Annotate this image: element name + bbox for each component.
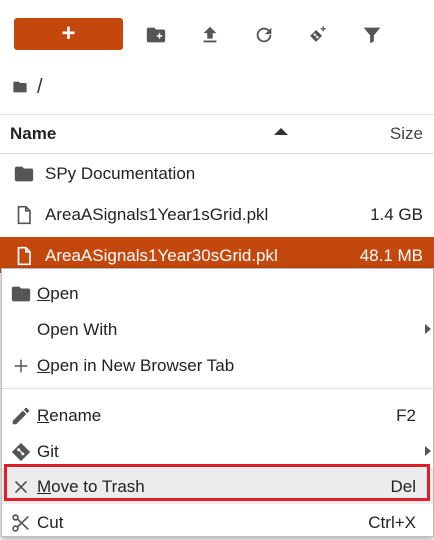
file-size: 48.1 MB — [359, 246, 423, 265]
scissors-icon — [10, 512, 32, 534]
pencil-icon — [10, 405, 32, 427]
menu-item-label: Open With — [37, 320, 118, 339]
refresh-icon[interactable] — [253, 24, 275, 46]
context-menu: Open Open With Open in New Browser Tab R… — [1, 268, 434, 537]
highlight-box — [4, 464, 430, 501]
breadcrumb: / — [12, 76, 43, 98]
menu-item-open-new-tab[interactable]: Open in New Browser Tab — [2, 347, 433, 383]
file-name: AreaASignals1Year30sGrid.pkl — [45, 246, 278, 265]
sort-ascending-icon — [274, 128, 288, 135]
upload-icon[interactable] — [199, 24, 221, 46]
menu-item-label: Rename — [37, 406, 102, 425]
list-item[interactable]: SPy Documentation — [0, 155, 434, 191]
file-size: 1.4 GB — [370, 205, 423, 224]
submenu-arrow-icon — [425, 324, 431, 334]
menu-divider — [2, 388, 433, 389]
menu-shortcut: F2 — [396, 406, 416, 425]
file-browser-toolbar: + — [0, 0, 434, 72]
menu-item-open-with[interactable]: Open With — [2, 311, 433, 347]
menu-shortcut: Ctrl+X — [368, 513, 416, 532]
menu-item-label: Git — [37, 442, 59, 461]
file-list-header: Name Size — [0, 114, 434, 154]
git-icon — [10, 441, 32, 463]
breadcrumb-path[interactable]: / — [37, 76, 43, 99]
menu-item-label: Open — [37, 284, 79, 303]
folder-icon — [10, 283, 32, 305]
list-item[interactable]: AreaASignals1Year1sGrid.pkl 1.4 GB — [0, 196, 434, 232]
file-icon — [13, 204, 35, 226]
folder-icon — [13, 163, 35, 185]
submenu-arrow-icon — [425, 446, 431, 456]
name-column-header[interactable]: Name — [10, 124, 56, 144]
folder-icon[interactable] — [12, 79, 28, 95]
menu-item-rename[interactable]: Rename F2 — [2, 397, 433, 433]
filter-icon[interactable] — [361, 24, 383, 46]
file-name: SPy Documentation — [45, 164, 196, 183]
new-launcher-button[interactable]: + — [14, 18, 123, 50]
file-icon — [13, 245, 35, 267]
new-folder-icon[interactable] — [145, 24, 167, 46]
menu-item-open[interactable]: Open — [2, 275, 433, 311]
plus-icon — [10, 355, 32, 377]
menu-item-cut[interactable]: Cut Ctrl+X — [2, 504, 433, 540]
size-column-header[interactable]: Size — [390, 124, 423, 144]
menu-item-label: Cut — [37, 513, 64, 532]
file-name: AreaASignals1Year1sGrid.pkl — [45, 205, 269, 224]
git-clone-icon[interactable] — [306, 24, 328, 46]
menu-item-label: Open in New Browser Tab — [37, 356, 235, 375]
